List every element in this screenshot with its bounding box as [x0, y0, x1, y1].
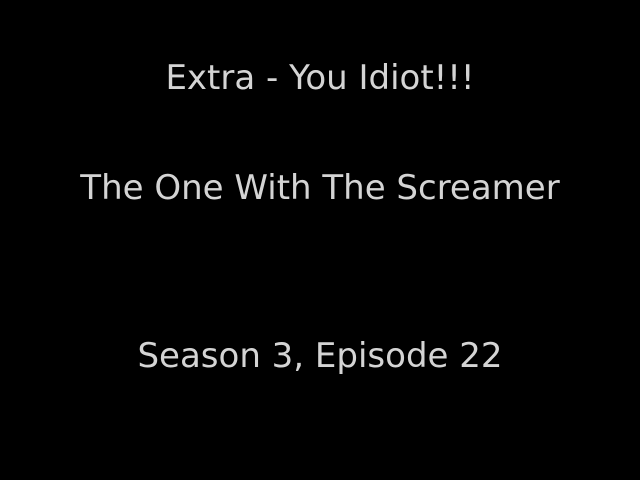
- extra-title: Extra - You Idiot!!!: [165, 58, 475, 98]
- title-card: Extra - You Idiot!!! The One With The Sc…: [0, 0, 640, 480]
- episode-title: The One With The Screamer: [80, 168, 560, 208]
- season-episode-label: Season 3, Episode 22: [137, 336, 503, 376]
